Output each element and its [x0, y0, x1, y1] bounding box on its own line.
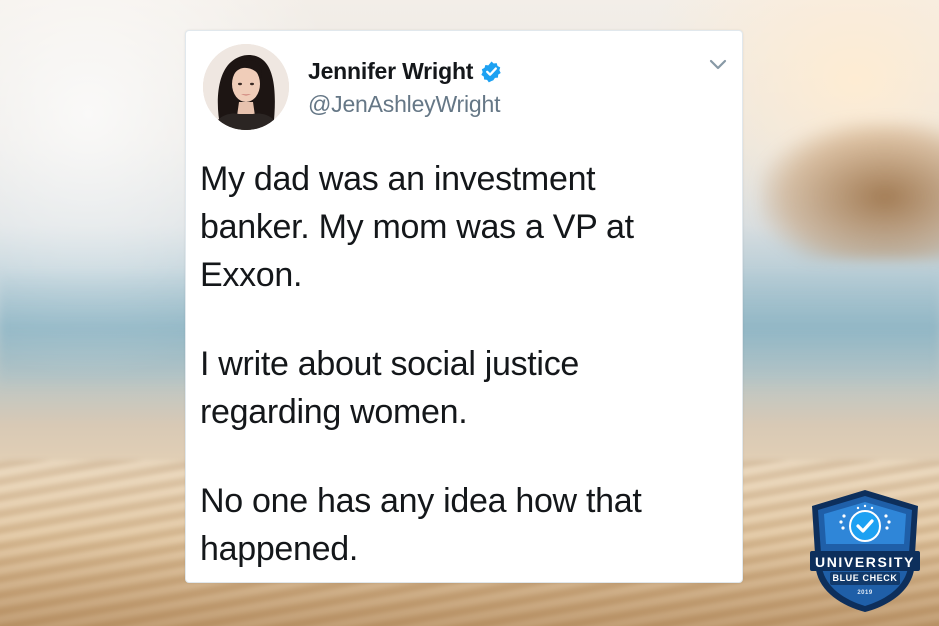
tweet-paragraph-1: My dad was an investment banker. My mom … — [200, 160, 634, 294]
badge-subtitle: BLUE CHECK — [832, 573, 898, 583]
tweet-text: My dad was an investment banker. My mom … — [200, 155, 730, 573]
avatar-portrait-icon — [203, 44, 289, 130]
avatar[interactable] — [203, 44, 289, 130]
chevron-down-icon[interactable] — [708, 57, 728, 71]
university-blue-check-badge: UNIVERSITY BLUE CHECK 2019 — [808, 488, 922, 614]
author-name-row: Jennifer Wright — [308, 58, 503, 85]
badge-year: 2019 — [857, 590, 873, 596]
badge-title: UNIVERSITY — [814, 554, 915, 570]
verified-badge-icon — [481, 61, 501, 83]
author-handle[interactable]: @JenAshleyWright — [308, 91, 501, 118]
tweet-card: Jennifer Wright @JenAshleyWright My dad … — [185, 30, 743, 583]
tweet-paragraph-3: No one has any idea how that happened. — [200, 482, 642, 568]
tweet-paragraph-2: I write about social justice regarding w… — [200, 345, 579, 431]
background-rock — [759, 120, 939, 260]
author-display-name[interactable]: Jennifer Wright — [308, 58, 473, 85]
beach-background: Jennifer Wright @JenAshleyWright My dad … — [0, 0, 939, 626]
